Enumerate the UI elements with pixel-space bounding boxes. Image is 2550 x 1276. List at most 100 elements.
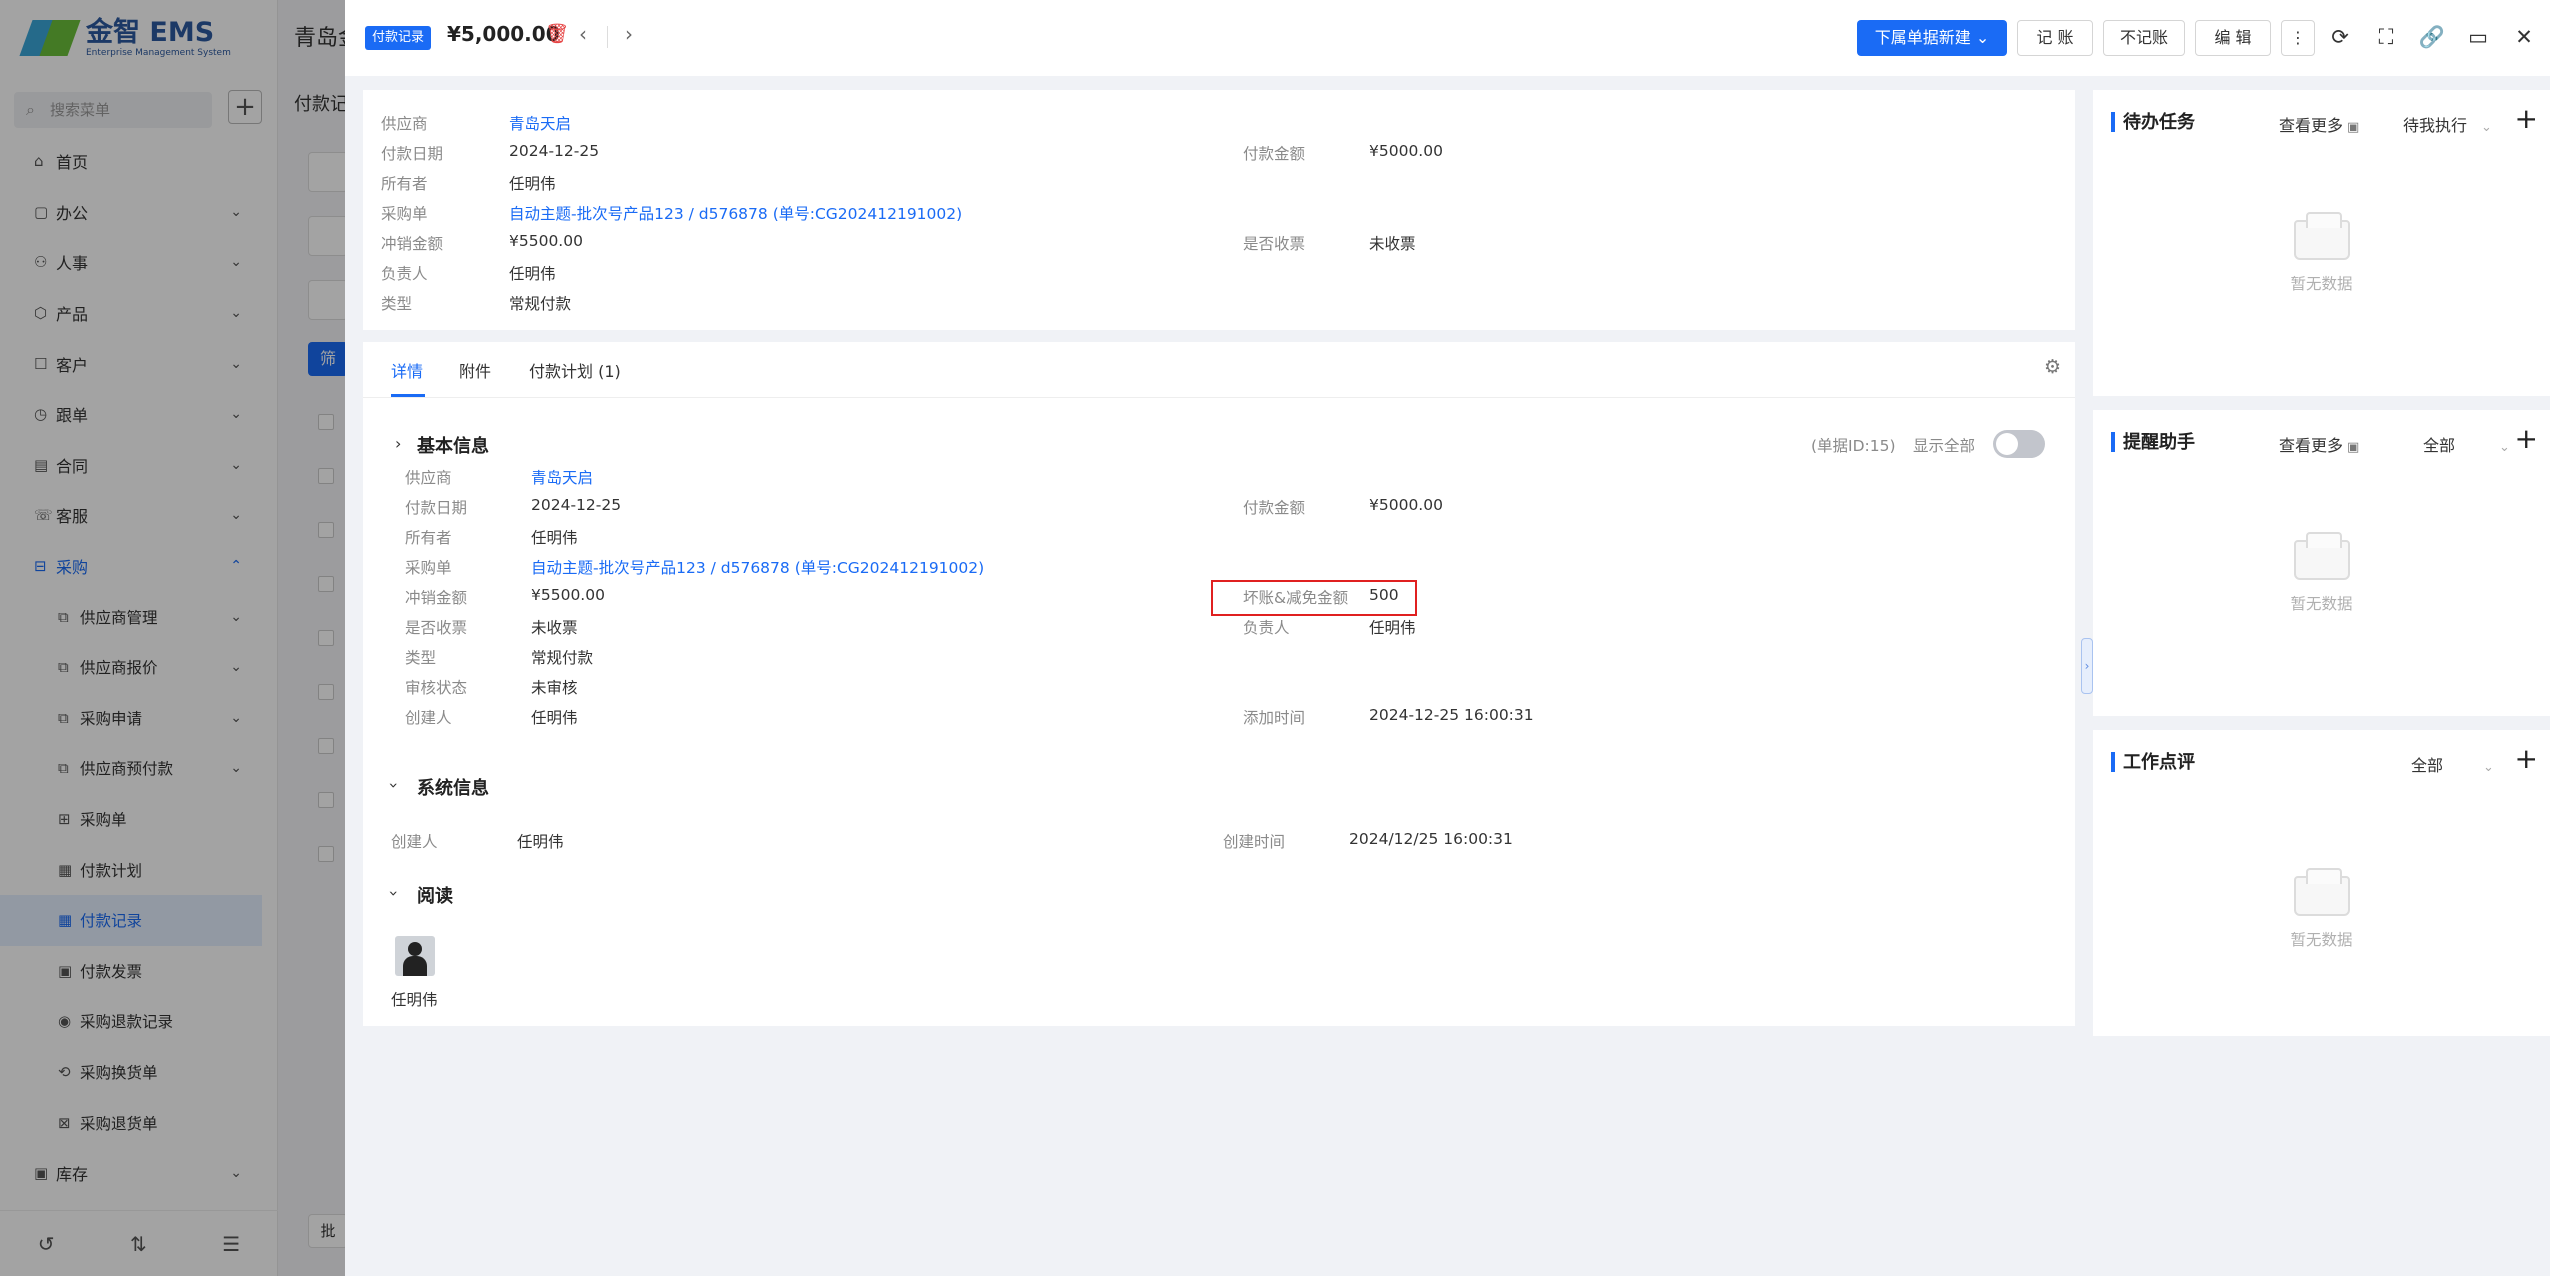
field-value: 常规付款 <box>509 295 572 313</box>
field-value: 任明伟 <box>509 265 556 283</box>
field-label: 类型 <box>405 649 437 667</box>
edit-button[interactable]: 编 辑 <box>2195 20 2271 56</box>
add-icon[interactable]: + <box>2515 102 2538 135</box>
empty-text: 暂无数据 <box>2290 931 2353 949</box>
field-label: 付款金额 <box>1243 145 1306 163</box>
field-value: 任明伟 <box>531 529 578 547</box>
panel-accent <box>2111 432 2115 452</box>
record-amount: ¥5,000.00 <box>447 22 560 46</box>
view-more-label: 查看更多 <box>2279 116 2344 135</box>
work-review-panel: 工作点评 全部 ⌄ + 暂无数据 <box>2093 730 2550 1036</box>
field-label: 添加时间 <box>1243 709 1306 727</box>
empty-state: 暂无数据 <box>2093 868 2550 950</box>
add-icon[interactable]: + <box>2515 422 2538 455</box>
collapse-panel-handle[interactable]: › <box>2081 638 2093 694</box>
calendar-icon: ▣ <box>2347 440 2360 455</box>
fullscreen-icon[interactable]: ⛶ <box>2371 22 2401 52</box>
gear-icon[interactable]: ⚙ <box>2044 356 2061 378</box>
field-link[interactable]: 青岛天启 <box>531 466 593 488</box>
field-value: 任明伟 <box>517 833 564 851</box>
view-more-link[interactable]: 查看更多 ▣ <box>2279 432 2359 456</box>
field-label: 是否收票 <box>405 619 468 637</box>
field-label: 创建人 <box>405 709 452 727</box>
field-label: 创建人 <box>391 833 438 851</box>
field-label: 类型 <box>381 295 413 313</box>
link-icon[interactable]: 🔗 <box>2417 22 2447 52</box>
refresh-icon[interactable]: ⟳ <box>2325 22 2355 52</box>
field-label: 采购单 <box>381 205 428 223</box>
field-value: 2024-12-25 16:00:31 <box>1369 706 1534 724</box>
show-all-label: 显示全部 <box>1913 437 1976 455</box>
empty-text: 暂无数据 <box>2290 595 2353 613</box>
field-label: 付款日期 <box>381 145 444 163</box>
panel-filter-dropdown[interactable]: 待我执行 ⌄ <box>2403 112 2492 136</box>
chevron-down-icon[interactable]: › <box>385 890 404 896</box>
panel-filter-label: 全部 <box>2411 756 2444 775</box>
panel-accent <box>2111 112 2115 132</box>
highlight-box <box>1211 580 1417 616</box>
tab-details[interactable]: 详情 <box>391 358 423 382</box>
field-link[interactable]: 自动主题-批次号产品123 / d576878 (单号:CG2024121910… <box>509 202 962 224</box>
view-more-label: 查看更多 <box>2279 436 2344 455</box>
field-label: 冲销金额 <box>405 589 468 607</box>
panel-title: 工作点评 <box>2123 752 2195 773</box>
next-record-icon[interactable]: › <box>625 22 633 46</box>
prev-record-icon[interactable]: ‹ <box>579 22 587 46</box>
chevron-down-icon: ⌄ <box>2481 120 2492 135</box>
calendar-icon: ▣ <box>2347 120 2360 135</box>
chevron-down-icon: ⌄ <box>1975 28 1990 47</box>
panel-filter-dropdown[interactable]: 全部 ⌄ <box>2411 752 2494 776</box>
summary-card: 供应商 青岛天启 付款日期 2024-12-25 付款金额 ¥5000.00 所有者 任明伟采… <box>363 90 2075 330</box>
new-sub-document-label: 下属单据新建 <box>1874 28 1971 47</box>
chevron-down-icon[interactable]: › <box>385 782 404 788</box>
field-value: ¥5500.00 <box>509 232 583 250</box>
empty-box-icon <box>2293 212 2350 260</box>
chevron-right-icon[interactable]: › <box>395 434 401 453</box>
reminder-panel: 提醒助手 查看更多 ▣ 全部 ⌄ + 暂无数据 <box>2093 410 2550 716</box>
active-tab-indicator <box>391 394 425 397</box>
field-value: 未收票 <box>1369 235 1416 253</box>
drawer-header: 付款记录 ¥5,000.00 🗑 ‹ › 下属单据新建 ⌄ 记 账 不记账 编 … <box>345 0 2550 76</box>
field-label: 创建时间 <box>1223 833 1286 851</box>
no-post-button[interactable]: 不记账 <box>2103 20 2185 56</box>
chevron-down-icon: ⌄ <box>2499 440 2510 455</box>
empty-state: 暂无数据 <box>2093 212 2550 294</box>
field-value: 2024-12-25 <box>509 142 600 160</box>
basic-info-title[interactable]: 基本信息 <box>417 432 489 458</box>
more-vertical-icon[interactable]: ⋮ <box>2281 20 2315 56</box>
field-value: 任明伟 <box>509 175 556 193</box>
field-value: 常规付款 <box>531 649 594 667</box>
empty-text: 暂无数据 <box>2290 275 2353 293</box>
panel-filter-dropdown[interactable]: 全部 ⌄ <box>2423 432 2510 456</box>
field-value: ¥5000.00 <box>1369 142 1443 160</box>
tab-attachments[interactable]: 附件 <box>459 358 491 382</box>
field-value: 未收票 <box>531 619 578 637</box>
new-sub-document-button[interactable]: 下属单据新建 ⌄ <box>1857 20 2007 56</box>
field-label: 付款日期 <box>405 499 468 517</box>
reader-name: 任明伟 <box>391 991 438 1009</box>
dock-icon[interactable]: ▭ <box>2463 22 2493 52</box>
document-id: (单据ID:15) <box>1811 437 1896 455</box>
field-label: 采购单 <box>405 559 452 577</box>
field-link[interactable]: 自动主题-批次号产品123 / d576878 (单号:CG2024121910… <box>531 556 984 578</box>
field-label: 审核状态 <box>405 679 468 697</box>
field-link[interactable]: 青岛天启 <box>509 112 571 134</box>
chevron-down-icon: ⌄ <box>2483 760 2494 775</box>
panel-title: 提醒助手 <box>2123 432 2195 453</box>
system-info-title[interactable]: 系统信息 <box>417 774 489 800</box>
record-type-badge: 付款记录 <box>365 26 432 50</box>
add-icon[interactable]: + <box>2515 742 2538 775</box>
todo-panel: 待办任务 查看更多 ▣ 待我执行 ⌄ + 暂无数据 <box>2093 90 2550 396</box>
view-more-link[interactable]: 查看更多 ▣ <box>2279 112 2359 136</box>
reading-title[interactable]: 阅读 <box>417 882 453 908</box>
modal-overlay[interactable] <box>0 0 345 1276</box>
field-label: 所有者 <box>381 175 428 193</box>
detail-tabs: 详情 附件 付款计划 (1) ⚙ <box>363 342 2075 398</box>
tab-payment-plan[interactable]: 付款计划 (1) <box>529 358 621 382</box>
delete-icon[interactable]: 🗑 <box>545 22 569 45</box>
field-value: ¥5500.00 <box>531 586 605 604</box>
detail-card: 详情 附件 付款计划 (1) ⚙ › 基本信息 (单据ID:15) 显示全部 供… <box>363 342 2075 1026</box>
close-icon[interactable]: ✕ <box>2509 22 2539 52</box>
post-button[interactable]: 记 账 <box>2017 20 2093 56</box>
show-all-toggle[interactable] <box>1993 430 2045 458</box>
